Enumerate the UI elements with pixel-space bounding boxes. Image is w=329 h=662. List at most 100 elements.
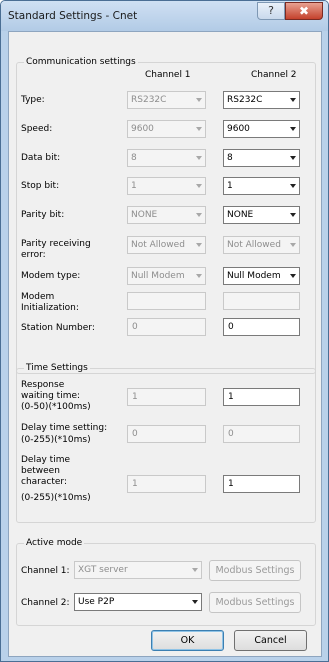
- ch1-parity-receiving-error-select[interactable]: Not Allowed: [127, 236, 206, 254]
- ch2-stop-bit-value: 1: [227, 181, 233, 191]
- dialog-body: Communication settings Channel 1 Channel…: [8, 31, 322, 657]
- ch1-stop-bit-select[interactable]: 1: [127, 177, 206, 195]
- ch1-speed-value: 9600: [131, 124, 154, 134]
- settings-dialog: Standard Settings - Cnet ? ✖ Communicati…: [0, 0, 329, 662]
- ch1-modbus-settings-button[interactable]: Modbus Settings: [209, 560, 301, 581]
- active-mode-group: Active mode Channel 1: XGT server Modbus…: [16, 538, 316, 626]
- chevron-down-icon: [196, 127, 202, 131]
- chevron-down-icon: [196, 156, 202, 160]
- ch1-parity-bit-select[interactable]: NONE: [127, 206, 206, 224]
- type-label: Type:: [21, 95, 45, 105]
- ch1-parity-receiving-error-value: Not Allowed: [131, 240, 185, 250]
- ch1-delay-between-char-field[interactable]: 1: [127, 475, 206, 493]
- speed-label: Speed:: [21, 124, 53, 134]
- window-title: Standard Settings - Cnet: [8, 10, 138, 22]
- time-settings-title: Time Settings: [24, 363, 90, 373]
- communication-settings-group: Communication settings Channel 1 Channel…: [16, 57, 316, 374]
- communication-settings-title: Communication settings: [24, 57, 138, 67]
- ch2-speed-value: 9600: [227, 124, 250, 134]
- chevron-down-icon: [196, 184, 202, 188]
- modem-initialization-label-line1: Modem: [21, 292, 55, 302]
- ch2-stop-bit-select[interactable]: 1: [223, 177, 300, 195]
- active-mode-title: Active mode: [24, 538, 85, 548]
- ch1-station-number-field[interactable]: 0: [127, 318, 206, 336]
- chevron-down-icon: [290, 243, 296, 247]
- stop-bit-label: Stop bit:: [21, 181, 60, 191]
- delay-time-setting-label-line2: (0-255)(*10ms): [21, 435, 91, 445]
- modem-type-label: Modem type:: [21, 271, 81, 281]
- chevron-down-icon: [192, 568, 198, 572]
- ch2-data-bit-select[interactable]: 8: [223, 149, 300, 167]
- ch2-delay-time-field[interactable]: 0: [223, 425, 300, 443]
- active-ch1-label: Channel 1:: [21, 566, 70, 576]
- chevron-down-icon: [290, 156, 296, 160]
- ch1-data-bit-select[interactable]: 8: [127, 149, 206, 167]
- help-button[interactable]: ?: [257, 2, 285, 20]
- ch1-delay-time-field[interactable]: 0: [127, 425, 206, 443]
- chevron-down-icon: [196, 243, 202, 247]
- delay-between-char-label-line4: (0-255)(*10ms): [21, 493, 91, 503]
- delay-between-char-label-line1: Delay time: [21, 455, 71, 465]
- ch2-modem-type-value: Null Modem: [227, 271, 281, 281]
- close-button[interactable]: ✖: [285, 2, 323, 20]
- data-bit-label: Data bit:: [21, 153, 61, 163]
- ch2-data-bit-value: 8: [227, 153, 233, 163]
- ch2-type-select[interactable]: RS232C: [223, 91, 300, 109]
- delay-time-setting-label-line1: Delay time setting:: [21, 423, 108, 433]
- active-ch2-value: Use P2P: [78, 597, 115, 607]
- cancel-button[interactable]: Cancel: [234, 630, 307, 651]
- delay-between-char-label-line2: between: [21, 466, 60, 476]
- ch1-modem-type-value: Null Modem: [131, 271, 185, 281]
- ch2-parity-bit-select[interactable]: NONE: [223, 206, 300, 224]
- ch1-type-value: RS232C: [131, 95, 167, 105]
- ch2-speed-select[interactable]: 9600: [223, 120, 300, 138]
- ch2-parity-receiving-error-value: Not Allowed: [227, 240, 281, 250]
- ch1-speed-select[interactable]: 9600: [127, 120, 206, 138]
- ch2-modem-initialization-field[interactable]: [223, 292, 300, 310]
- ch2-delay-between-char-field[interactable]: 1: [223, 475, 300, 493]
- close-icon: ✖: [298, 4, 310, 18]
- ch1-data-bit-value: 8: [131, 153, 137, 163]
- response-waiting-label-line3: (0-50)(*100ms): [21, 402, 91, 412]
- chevron-down-icon: [290, 213, 296, 217]
- chevron-down-icon: [290, 98, 296, 102]
- channel2-header: Channel 2: [251, 70, 297, 80]
- ch1-modem-type-select[interactable]: Null Modem: [127, 267, 206, 285]
- chevron-down-icon: [196, 213, 202, 217]
- parity-bit-label: Parity bit:: [21, 210, 65, 220]
- station-number-label: Station Number:: [21, 323, 95, 333]
- chevron-down-icon: [196, 98, 202, 102]
- ch2-modbus-settings-button[interactable]: Modbus Settings: [209, 592, 301, 613]
- active-ch2-label: Channel 2:: [21, 598, 70, 608]
- response-waiting-label-line2: waiting time:: [21, 391, 81, 401]
- ch2-parity-bit-value: NONE: [227, 210, 254, 220]
- ch2-modem-type-select[interactable]: Null Modem: [223, 267, 300, 285]
- ch2-type-value: RS232C: [227, 95, 263, 105]
- chevron-down-icon: [290, 274, 296, 278]
- time-settings-group: Time Settings Response waiting time: (0-…: [16, 363, 316, 523]
- ch1-stop-bit-value: 1: [131, 181, 137, 191]
- channel1-header: Channel 1: [145, 70, 191, 80]
- ch1-type-select[interactable]: RS232C: [127, 91, 206, 109]
- ch2-station-number-field[interactable]: 0: [223, 318, 300, 336]
- parity-receiving-error-label-line2: error:: [21, 250, 46, 260]
- ok-button[interactable]: OK: [151, 630, 224, 651]
- parity-receiving-error-label-line1: Parity receiving: [21, 239, 91, 249]
- modem-initialization-label-line2: Initialization:: [21, 303, 79, 313]
- active-ch1-value: XGT server: [78, 565, 128, 575]
- chevron-down-icon: [290, 184, 296, 188]
- ch2-response-waiting-time-field[interactable]: 1: [223, 388, 300, 406]
- delay-between-char-label-line3: character:: [21, 477, 67, 487]
- chevron-down-icon: [290, 127, 296, 131]
- chevron-down-icon: [192, 600, 198, 604]
- response-waiting-label-line1: Response: [21, 380, 65, 390]
- ch1-modem-initialization-field[interactable]: [127, 292, 206, 310]
- ch2-parity-receiving-error-select[interactable]: Not Allowed: [223, 236, 300, 254]
- active-ch2-select[interactable]: Use P2P: [74, 593, 202, 611]
- title-bar: Standard Settings - Cnet ? ✖: [1, 1, 328, 31]
- active-ch1-select[interactable]: XGT server: [74, 561, 202, 579]
- help-icon: ?: [268, 4, 274, 17]
- ch1-parity-bit-value: NONE: [131, 210, 158, 220]
- chevron-down-icon: [196, 274, 202, 278]
- ch1-response-waiting-time-field[interactable]: 1: [127, 388, 206, 406]
